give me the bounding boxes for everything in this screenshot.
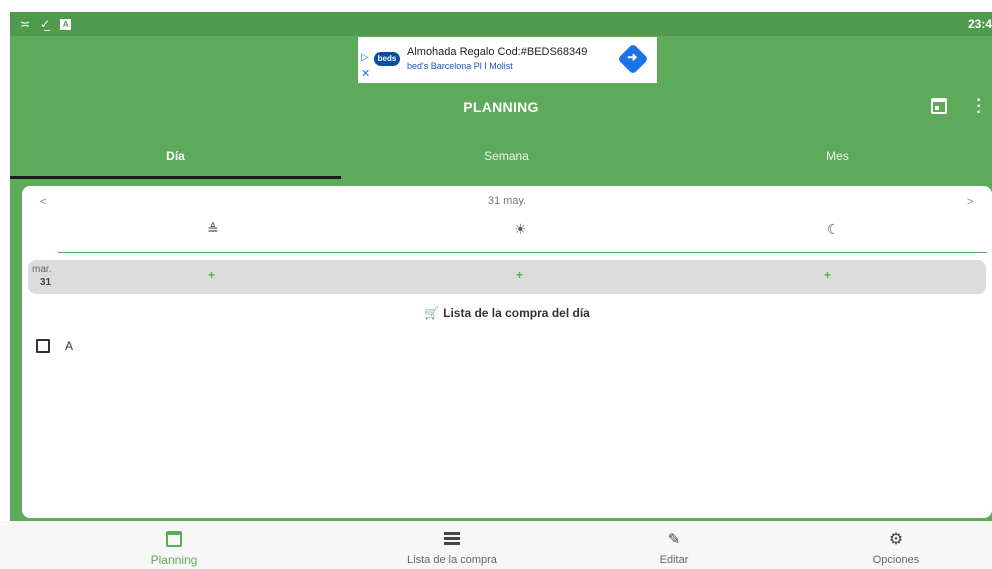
bottom-nav: Planning Lista de la compra ✎ Editar ⚙ O… xyxy=(0,521,992,569)
next-day-button[interactable]: > xyxy=(967,196,973,208)
day-number: 31 xyxy=(40,277,52,288)
nav-edit[interactable]: ✎ Editar xyxy=(594,521,754,569)
nav-shopping-list-label: Lista de la compra xyxy=(407,554,497,566)
sunrise-icon: ≜ xyxy=(207,222,219,238)
shopping-list-title-text: Lista de la compra del día xyxy=(443,306,590,320)
day-row: mar. 31 + + + xyxy=(28,260,986,294)
item-text: A xyxy=(65,339,74,353)
current-date: 31 may. xyxy=(487,195,527,207)
calendar-icon[interactable] xyxy=(931,98,947,114)
download-done-icon: ✓̲ xyxy=(40,17,51,31)
ad-subtitle[interactable]: bed's Barcelona Pl I Molist xyxy=(407,61,513,71)
list-icon xyxy=(444,531,460,547)
add-breakfast-button[interactable]: + xyxy=(208,268,215,282)
day-weekday: mar. xyxy=(32,264,52,275)
add-dinner-button[interactable]: + xyxy=(824,268,831,282)
ad-close-icon[interactable]: ✕ xyxy=(361,69,370,80)
add-lunch-button[interactable]: + xyxy=(516,268,523,282)
tab-dia[interactable]: Día xyxy=(10,142,341,178)
app-frame: ≍ ✓̲ A 23:4 ▷ ✕ beds Almohada Regalo Cod… xyxy=(10,12,992,569)
notification-icon: ≍ xyxy=(20,17,31,31)
nav-planning[interactable]: Planning xyxy=(94,521,254,569)
directions-icon[interactable]: ➜ xyxy=(617,43,649,75)
nav-options[interactable]: ⚙ Opciones xyxy=(816,521,976,569)
nav-edit-label: Editar xyxy=(659,554,689,566)
sun-icon: ☀ xyxy=(514,222,527,238)
shopping-list-title: 🛒 Lista de la compra del día xyxy=(22,306,992,320)
ad-title[interactable]: Almohada Regalo Cod:#BEDS68349 xyxy=(407,46,587,58)
adchoices-icon[interactable]: ▷ xyxy=(361,53,371,63)
tab-indicator xyxy=(10,176,341,179)
planner-card: < 31 may. > ≜ ☀ ☾ mar. 31 + + + 🛒 Lista d… xyxy=(22,186,992,518)
tab-bar: Día Semana Mes xyxy=(10,142,992,182)
nav-planning-label: Planning xyxy=(150,553,198,567)
tab-mes[interactable]: Mes xyxy=(672,142,992,178)
tab-semana[interactable]: Semana xyxy=(341,142,672,178)
ad-logo: beds xyxy=(374,52,400,66)
ad-banner[interactable]: ▷ ✕ beds Almohada Regalo Cod:#BEDS68349 … xyxy=(358,37,657,83)
cart-icon: 🛒 xyxy=(424,306,440,320)
item-checkbox[interactable] xyxy=(36,339,50,353)
nav-shopping-list[interactable]: Lista de la compra xyxy=(372,521,532,569)
nav-options-label: Opciones xyxy=(872,554,920,566)
more-options-icon[interactable]: · · · xyxy=(976,93,982,121)
status-time: 23:4 xyxy=(967,17,992,31)
pencil-icon: ✎ xyxy=(667,530,681,548)
status-bar: ≍ ✓̲ A 23:4 xyxy=(10,12,992,36)
moon-icon: ☾ xyxy=(827,222,840,238)
divider xyxy=(58,252,987,253)
gear-icon: ⚙ xyxy=(888,529,904,548)
calendar-icon xyxy=(166,531,182,547)
page-title: PLANNING xyxy=(463,99,539,115)
list-item[interactable]: A xyxy=(36,337,73,355)
app-notification-icon: A xyxy=(60,18,72,30)
